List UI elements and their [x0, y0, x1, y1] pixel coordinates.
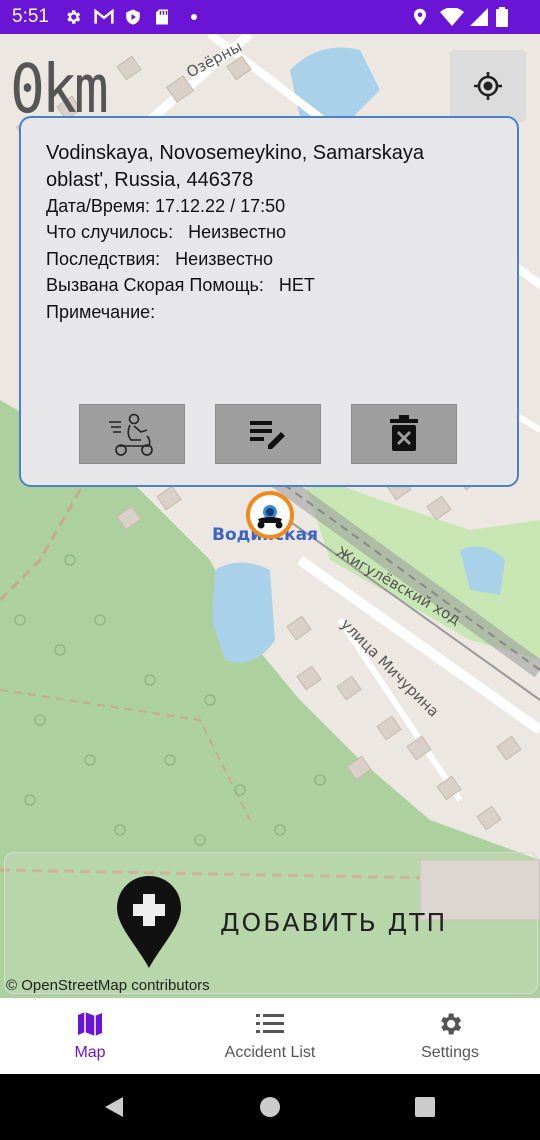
nav-item-settings[interactable]: Settings: [360, 998, 540, 1074]
add-pin-icon: [117, 876, 181, 968]
status-bar: 5:51: [0, 0, 540, 34]
nav-label-accident-list: Accident List: [224, 1044, 316, 1061]
battery-icon: [496, 7, 508, 27]
gear-icon: [67, 10, 81, 24]
scooter-button[interactable]: [79, 404, 185, 464]
recents-icon[interactable]: [414, 1096, 436, 1118]
gmail-icon: [94, 8, 114, 24]
system-navigation-bar: [0, 1074, 540, 1140]
nav-label-settings: Settings: [421, 1044, 479, 1061]
accident-note: Примечание:: [46, 302, 156, 322]
scooter-rider-icon: [109, 413, 153, 456]
home-icon[interactable]: [259, 1096, 281, 1118]
add-accident-label: ДОБАВИТЬ ДТП: [220, 908, 448, 937]
edit-button[interactable]: [215, 404, 321, 464]
settings-icon: [441, 1013, 462, 1035]
street-label: улица Мичурина: [337, 615, 442, 720]
accident-address: Vodinskaya, Novosemeykino, Samarskaya ob…: [46, 142, 424, 191]
accident-datetime: Дата/Время: 17.12.22 / 17:50: [46, 196, 286, 216]
signal-icon: [470, 8, 488, 26]
nav-item-map[interactable]: Map: [0, 998, 180, 1074]
accident-consequences: Последствия: Неизвестно: [46, 249, 274, 269]
wifi-icon: [440, 8, 464, 26]
bottom-navigation: Map Accident List Settings: [0, 998, 540, 1074]
location-icon: [414, 8, 426, 26]
edit-note-icon: [250, 421, 285, 449]
accident-info-popup: Vodinskaya, Novosemeykino, Samarskaya ob…: [19, 116, 519, 487]
list-icon: [256, 1014, 284, 1033]
map-attribution[interactable]: © OpenStreetMap contributors: [6, 977, 210, 994]
delete-icon: [390, 415, 418, 451]
scooter-marker-icon: [257, 505, 283, 529]
map-icon: [78, 1012, 102, 1036]
nav-item-accident-list[interactable]: Accident List: [180, 998, 360, 1074]
nav-label-map: Map: [74, 1044, 106, 1061]
delete-button[interactable]: [351, 404, 457, 464]
crosshair-icon: [474, 72, 502, 100]
sd-card-icon: [156, 9, 168, 25]
my-location-button[interactable]: [450, 50, 526, 122]
status-time: 5:51: [12, 6, 49, 27]
back-icon[interactable]: [103, 1095, 125, 1119]
accident-marker[interactable]: [246, 491, 294, 539]
shield-play-icon: [126, 9, 140, 25]
accident-ambulance: Вызвана Скорая Помощь: НЕТ: [46, 275, 315, 295]
accident-what-happened: Что случилось: Неизвестно: [46, 222, 286, 242]
dot-icon: [191, 14, 197, 20]
pond: [212, 562, 275, 663]
